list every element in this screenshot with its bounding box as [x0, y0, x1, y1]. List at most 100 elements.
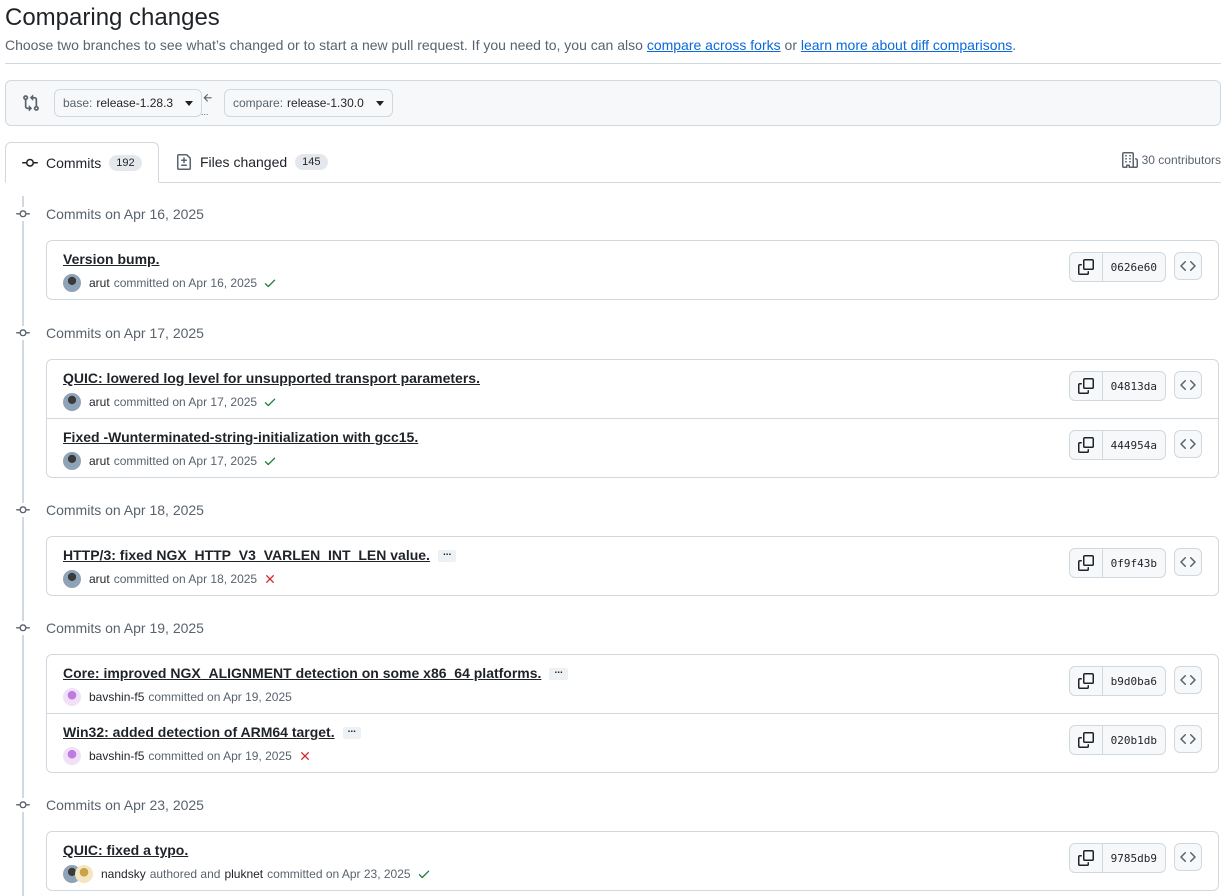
commit-row: QUIC: fixed a typo. nandsky authored and pl…: [47, 832, 1218, 890]
check-icon[interactable]: [263, 395, 277, 409]
commit-message[interactable]: Core: improved NGX_ALIGNMENT detection o…: [63, 665, 541, 681]
commit-group: HTTP/3: fixed NGX_HTTP_V3_VARLEN_INT_LEN…: [46, 536, 1219, 596]
commit-meta: arut committed on Apr 17, 2025: [63, 451, 277, 471]
commit-row: Core: improved NGX_ALIGNMENT detection o…: [47, 655, 1218, 713]
header-divider: [5, 63, 1221, 64]
commit-sha-link[interactable]: b9d0ba6: [1103, 667, 1165, 695]
avatar[interactable]: [63, 570, 81, 588]
base-branch-value: release-1.28.3: [96, 96, 174, 110]
arrow-dots: ...: [201, 107, 209, 117]
copy-sha-button[interactable]: [1070, 844, 1103, 872]
commit-actions: 0f9f43b: [1068, 548, 1202, 578]
check-icon[interactable]: [263, 454, 277, 468]
commit-sha-link[interactable]: 0f9f43b: [1103, 549, 1165, 577]
check-icon[interactable]: [417, 867, 431, 881]
commit-message-link[interactable]: QUIC: fixed a typo.: [63, 842, 188, 858]
commit-day-header: Commits on Apr 17, 2025: [0, 323, 300, 343]
browse-repo-button[interactable]: [1174, 548, 1202, 576]
commit-author[interactable]: bavshin-f5: [89, 749, 144, 763]
commit-date: committed on Apr 17, 2025: [113, 395, 258, 409]
browse-repo-button[interactable]: [1174, 371, 1202, 399]
x-icon[interactable]: [263, 572, 277, 586]
avatar[interactable]: [63, 393, 81, 411]
commit-author[interactable]: nandsky: [101, 867, 146, 881]
commit-date: committed on Apr 23, 2025: [267, 867, 411, 881]
commit-actions: 020b1db: [1068, 725, 1202, 755]
compare-branch-key: compare:: [233, 96, 284, 110]
learn-diff-comparisons-link[interactable]: learn more about diff comparisons: [801, 37, 1012, 53]
git-compare-icon: [23, 94, 39, 112]
avatar[interactable]: [63, 747, 81, 765]
commit-author[interactable]: arut: [89, 454, 110, 468]
check-icon[interactable]: [263, 276, 277, 290]
copy-sha-button[interactable]: [1070, 549, 1103, 577]
compare-across-forks-link[interactable]: compare across forks: [647, 37, 781, 53]
browse-repo-button[interactable]: [1174, 725, 1202, 753]
copy-sha-button[interactable]: [1070, 253, 1103, 281]
base-branch-select[interactable]: base: release-1.28.3: [54, 89, 203, 117]
avatar[interactable]: [63, 688, 81, 706]
file-diff-icon: [177, 154, 191, 170]
commit-author[interactable]: bavshin-f5: [89, 690, 144, 704]
commit-row: HTTP/3: fixed NGX_HTTP_V3_VARLEN_INT_LEN…: [47, 537, 1218, 595]
copy-sha-button[interactable]: [1070, 726, 1103, 754]
commit-message-link[interactable]: Core: improved NGX_ALIGNMENT detection o…: [63, 665, 568, 681]
commit-date: committed on Apr 16, 2025: [113, 276, 258, 290]
commit-verb-mid: authored and: [149, 867, 221, 881]
browse-repo-button[interactable]: [1174, 666, 1202, 694]
commit-sha-link[interactable]: 0626e60: [1103, 253, 1165, 281]
expand-message-button[interactable]: ...: [549, 666, 568, 681]
tab-files-changed[interactable]: Files changed 145: [160, 142, 344, 182]
commit-sha-link[interactable]: 9785db9: [1103, 844, 1165, 872]
commit-sha-link[interactable]: 444954a: [1103, 431, 1165, 459]
avatar[interactable]: [63, 274, 81, 292]
copy-sha-button[interactable]: [1070, 372, 1103, 400]
commit-date: committed on Apr 19, 2025: [148, 749, 292, 763]
copy-icon: [1077, 850, 1094, 866]
browse-repo-button[interactable]: [1174, 430, 1202, 458]
commit-message[interactable]: Win32: added detection of ARM64 target.: [63, 724, 335, 740]
expand-message-button[interactable]: ...: [437, 548, 457, 563]
commit-author[interactable]: arut: [89, 276, 110, 290]
tab-commits[interactable]: Commits 192: [5, 142, 159, 183]
contributors-count: 30 contributors: [1141, 153, 1221, 167]
base-branch-key: base:: [63, 96, 93, 110]
commit-message-link[interactable]: QUIC: lowered log level for unsupported …: [63, 370, 480, 386]
contributors-link[interactable]: 30 contributors: [1121, 152, 1221, 168]
commit-sha-link[interactable]: 020b1db: [1103, 726, 1165, 754]
commit-author[interactable]: arut: [89, 572, 110, 586]
sha-group: b9d0ba6: [1068, 666, 1166, 696]
commit-message-link[interactable]: HTTP/3: fixed NGX_HTTP_V3_VARLEN_INT_LEN…: [63, 547, 457, 563]
browse-repo-button[interactable]: [1174, 252, 1202, 280]
commit-message-link[interactable]: Fixed -Wunterminated-string-initializati…: [63, 429, 418, 445]
commit-sha-link[interactable]: 04813da: [1103, 372, 1165, 400]
commit-message[interactable]: HTTP/3: fixed NGX_HTTP_V3_VARLEN_INT_LEN…: [63, 547, 430, 563]
compare-branch-select[interactable]: compare: release-1.30.0: [224, 89, 393, 117]
code-icon: [1180, 733, 1196, 745]
commit-author[interactable]: arut: [89, 395, 110, 409]
expand-message-button[interactable]: ...: [342, 725, 361, 740]
chevron-down-icon: [185, 100, 194, 106]
copy-sha-button[interactable]: [1070, 667, 1103, 695]
commit-meta: arut committed on Apr 16, 2025: [63, 273, 277, 293]
tab-commits-label: Commits: [46, 154, 102, 171]
git-commit-icon: [16, 503, 30, 517]
commit-message[interactable]: Version bump.: [63, 251, 159, 267]
subtitle-text: Choose two branches to see what’s change…: [5, 37, 647, 53]
commit-message-link[interactable]: Win32: added detection of ARM64 target..…: [63, 724, 361, 740]
commit-day-label: Commits on Apr 23, 2025: [46, 797, 204, 813]
git-commit-icon: [16, 798, 30, 812]
commit-message[interactable]: QUIC: fixed a typo.: [63, 842, 188, 858]
commit-coauthor[interactable]: pluknet: [224, 867, 263, 881]
copy-sha-button[interactable]: [1070, 431, 1103, 459]
sha-group: 9785db9: [1068, 843, 1166, 873]
x-icon[interactable]: [298, 749, 312, 763]
avatar[interactable]: [63, 452, 81, 470]
commit-message[interactable]: Fixed -Wunterminated-string-initializati…: [63, 429, 418, 445]
commit-meta: bavshin-f5 committed on Apr 19, 2025: [63, 746, 312, 766]
browse-repo-button[interactable]: [1174, 843, 1202, 871]
commit-message-link[interactable]: Version bump.: [63, 251, 159, 267]
commit-meta: arut committed on Apr 17, 2025: [63, 392, 277, 412]
coauthor-avatar[interactable]: [75, 865, 93, 883]
commit-message[interactable]: QUIC: lowered log level for unsupported …: [63, 370, 480, 386]
